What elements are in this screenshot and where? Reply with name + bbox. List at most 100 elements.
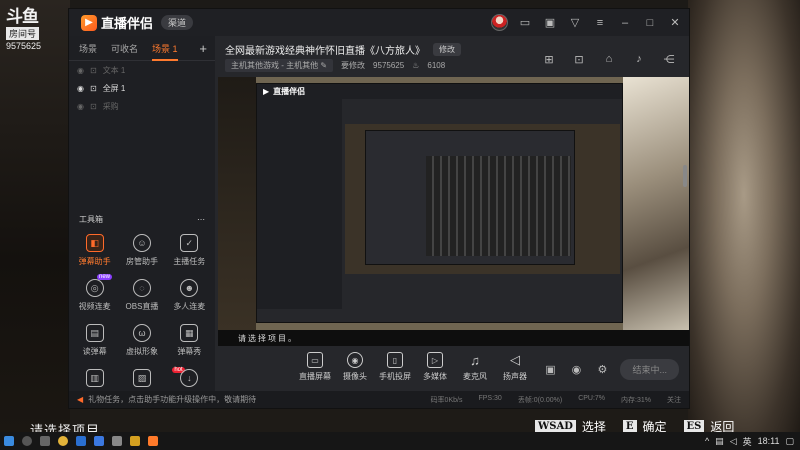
- room-tag: 房间号: [6, 27, 40, 40]
- screenshot-icon[interactable]: ▣: [542, 15, 558, 31]
- lock-icon[interactable]: ⊡: [90, 66, 97, 75]
- action-speaker[interactable]: ◁ 扬声器: [495, 352, 535, 382]
- source-item[interactable]: ◉ ⊡ 采购: [69, 97, 215, 115]
- room-id-label: 9575625: [373, 61, 405, 70]
- app-icon[interactable]: [112, 436, 122, 446]
- minimize-icon[interactable]: –: [617, 15, 633, 31]
- status-text: 礼物任务，点击助手功能升级操作中，敬请期待: [88, 395, 257, 404]
- start-live-button[interactable]: 结束中...: [620, 359, 679, 380]
- eye-icon[interactable]: ◉: [77, 102, 84, 111]
- tab-collect[interactable]: 可收名: [111, 42, 138, 55]
- tray-arrow-icon[interactable]: ^: [705, 436, 709, 446]
- category-selector[interactable]: 主机其他游戏 - 主机其他 ✎: [225, 59, 334, 72]
- tab-scene-1[interactable]: 场景 1: [152, 42, 178, 61]
- system-tray: ^ ▤ ◁ 英 18:11 ▢: [705, 432, 794, 450]
- scene-tabs: 场景 可收名 场景 1 +: [69, 36, 215, 61]
- version-button[interactable]: 渠道: [161, 15, 194, 30]
- close-icon[interactable]: ✕: [667, 15, 683, 31]
- record-icon[interactable]: ▣: [542, 362, 558, 378]
- shirt-icon[interactable]: ▽: [567, 15, 583, 31]
- app-icon[interactable]: [94, 436, 104, 446]
- edit-title-button[interactable]: 修改: [433, 43, 461, 56]
- app-window: ▶ 直播伴侣 渠道 ▭ ▣ ▽ ≡ – □ ✕ 场景 可收名 场景 1 + ◉ ⊡…: [68, 8, 690, 409]
- speaker-icon: ◁: [510, 352, 520, 367]
- douyu-logo: 斗鱼: [6, 7, 39, 27]
- volume-icon[interactable]: ◁: [730, 436, 737, 447]
- stream-preview[interactable]: ▶ 直播伴侣: [218, 77, 689, 330]
- tool-multi-link[interactable]: ☻ 多人连麦: [166, 279, 213, 312]
- eye-icon[interactable]: ◉: [568, 362, 584, 378]
- tool-box[interactable]: ▨ hot: [118, 367, 185, 387]
- bell-icon[interactable]: ♪: [631, 51, 647, 67]
- taskview-icon[interactable]: [40, 436, 50, 446]
- tool-admin[interactable]: ☺ 房管助手: [118, 234, 165, 267]
- wage-label[interactable]: 要修改: [341, 60, 365, 71]
- box-icon: ▨: [132, 369, 151, 387]
- clock[interactable]: 18:11: [758, 436, 780, 446]
- tool-danmaku[interactable]: ◧ 弹幕助手: [71, 234, 118, 267]
- action-label: 手机投屏: [379, 372, 411, 381]
- video-link-icon: ◎: [85, 279, 104, 297]
- lock-icon[interactable]: ⊡: [571, 51, 587, 67]
- add-scene-icon[interactable]: +: [199, 41, 207, 56]
- app-logo: ▶ 直播伴侣: [81, 13, 153, 32]
- source-label: 文本 1: [102, 65, 126, 75]
- chrome-icon[interactable]: [58, 436, 68, 446]
- tool-read-danmaku[interactable]: ▤ 读弹幕: [71, 324, 118, 357]
- title-bar: ▶ 直播伴侣 渠道 ▭ ▣ ▽ ≡ – □ ✕: [69, 9, 689, 36]
- action-mic[interactable]: ♫ 麦克风: [455, 352, 495, 382]
- source-label: 全屏 1: [102, 83, 126, 93]
- gift-icon[interactable]: ⊞: [541, 51, 557, 67]
- tool-danmaku-show[interactable]: ▦ 弹幕秀: [166, 324, 213, 357]
- tab-scene[interactable]: 场景: [79, 42, 97, 55]
- eye-icon[interactable]: ◉: [77, 66, 84, 75]
- stream-title-row: 全网最新游戏经典神作怀旧直播《八方旅人》 修改: [225, 42, 461, 57]
- app-icon[interactable]: [76, 436, 86, 446]
- tool-label: 视频连麦: [78, 302, 111, 311]
- menu-icon[interactable]: ≡: [592, 15, 608, 31]
- game-background-left: [0, 0, 70, 432]
- app-icon[interactable]: [130, 436, 140, 446]
- more-icon[interactable]: ⋯: [197, 215, 205, 224]
- maximize-icon[interactable]: □: [642, 15, 658, 31]
- store-icon[interactable]: ⌂: [601, 51, 617, 67]
- message-icon[interactable]: ▭: [517, 15, 533, 31]
- action-label: 直播屏幕: [299, 372, 331, 381]
- tool-obs[interactable]: ◌ OBS直播: [118, 279, 165, 312]
- source-item[interactable]: ◉ ⊡ 全屏 1: [69, 79, 215, 97]
- toolbox: ◧ 弹幕助手 ☺ 房管助手 ✓ 主播任务 ◎ 视频连麦 new ◌ OBS直播 ☻ 多人连麦 …: [71, 234, 213, 387]
- action-label: 麦克风: [463, 372, 487, 381]
- action-screen[interactable]: ▭ 直播屏幕: [295, 352, 335, 382]
- source-item[interactable]: ◉ ⊡ 文本 1: [69, 61, 215, 79]
- tool-task[interactable]: ✓ 主播任务: [166, 234, 213, 267]
- toolbox-header: 工具箱 ⋯: [79, 214, 205, 225]
- action-phone-cast[interactable]: ▯ 手机投屏: [375, 352, 415, 382]
- tool-label: 弹幕秀: [177, 347, 202, 356]
- screen-icon: ▭: [307, 352, 323, 368]
- tool-video-link[interactable]: ◎ 视频连麦 new: [71, 274, 118, 312]
- windows-start-icon[interactable]: [4, 436, 14, 446]
- tool-avatar[interactable]: ω 虚拟形象: [118, 324, 165, 357]
- lock-icon[interactable]: ⊡: [90, 84, 97, 93]
- network-icon[interactable]: ▤: [715, 436, 724, 447]
- ime-indicator[interactable]: 英: [743, 435, 752, 448]
- notification-icon[interactable]: ▢: [785, 436, 794, 447]
- lock-icon[interactable]: ⊡: [90, 102, 97, 111]
- eye-icon[interactable]: ◉: [77, 84, 84, 93]
- tool-label: OBS直播: [125, 302, 159, 311]
- avatar[interactable]: [491, 14, 508, 31]
- tool-download[interactable]: ↓: [166, 369, 213, 387]
- action-media[interactable]: ▷ 多媒体: [415, 352, 455, 382]
- app-logo-icon: ▶: [81, 14, 97, 31]
- scrollbar[interactable]: [683, 165, 687, 187]
- share-icon[interactable]: ⋲: [661, 51, 677, 67]
- settings-icon[interactable]: ⚙: [594, 362, 610, 378]
- stat-follow[interactable]: 关注: [667, 395, 681, 405]
- stat-drop: 丢帧:0(0.00%): [517, 396, 563, 404]
- tool-chart[interactable]: ▥: [71, 369, 118, 387]
- sidebar: 场景 可收名 场景 1 + ◉ ⊡ 文本 1 ◉ ⊡ 全屏 1 ◉ ⊡ 采购 工具箱 …: [69, 36, 215, 393]
- room-id: 9575625: [6, 41, 42, 51]
- action-camera[interactable]: ◉ 摄像头: [335, 352, 375, 382]
- douyu-taskbar-icon[interactable]: [148, 436, 158, 446]
- search-icon[interactable]: [22, 436, 32, 446]
